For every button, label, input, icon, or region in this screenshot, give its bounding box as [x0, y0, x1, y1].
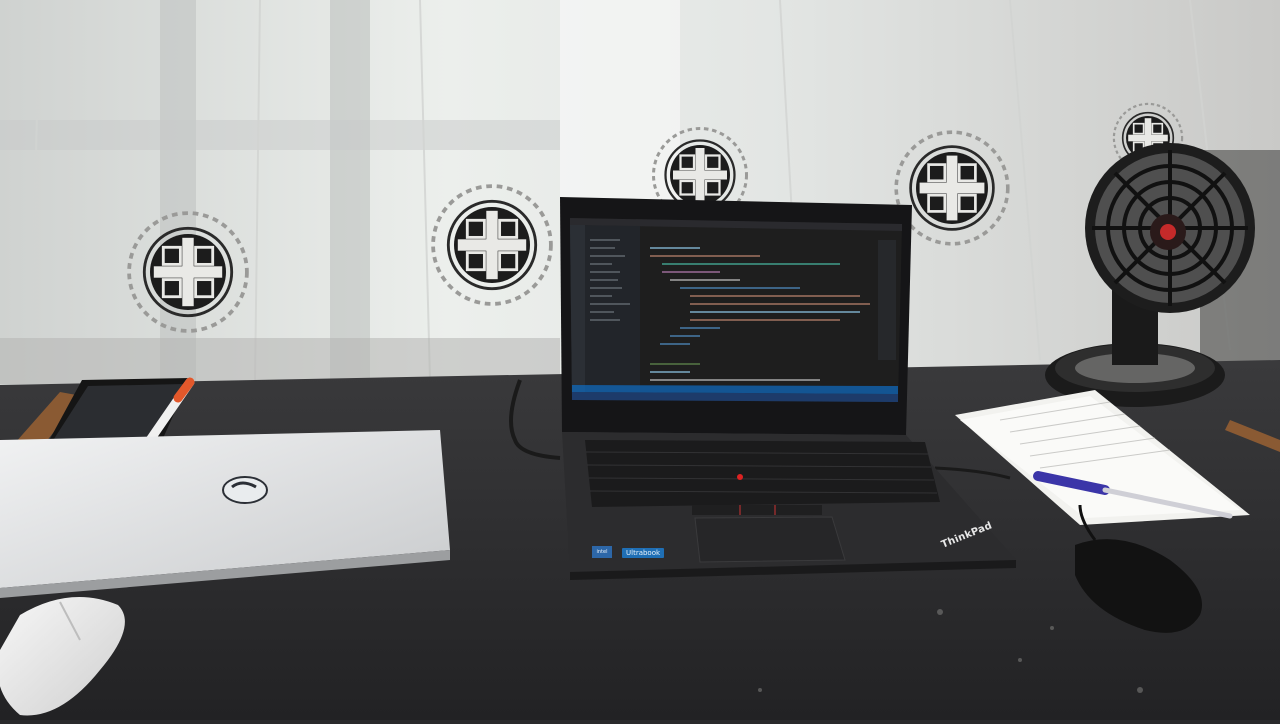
ultrabook-sticker: Ultrabook [622, 548, 665, 558]
scene-svg [0, 0, 1280, 720]
photo-scene: intel Ultrabook ThinkPad [0, 0, 1280, 720]
intel-sticker: intel [592, 546, 612, 558]
